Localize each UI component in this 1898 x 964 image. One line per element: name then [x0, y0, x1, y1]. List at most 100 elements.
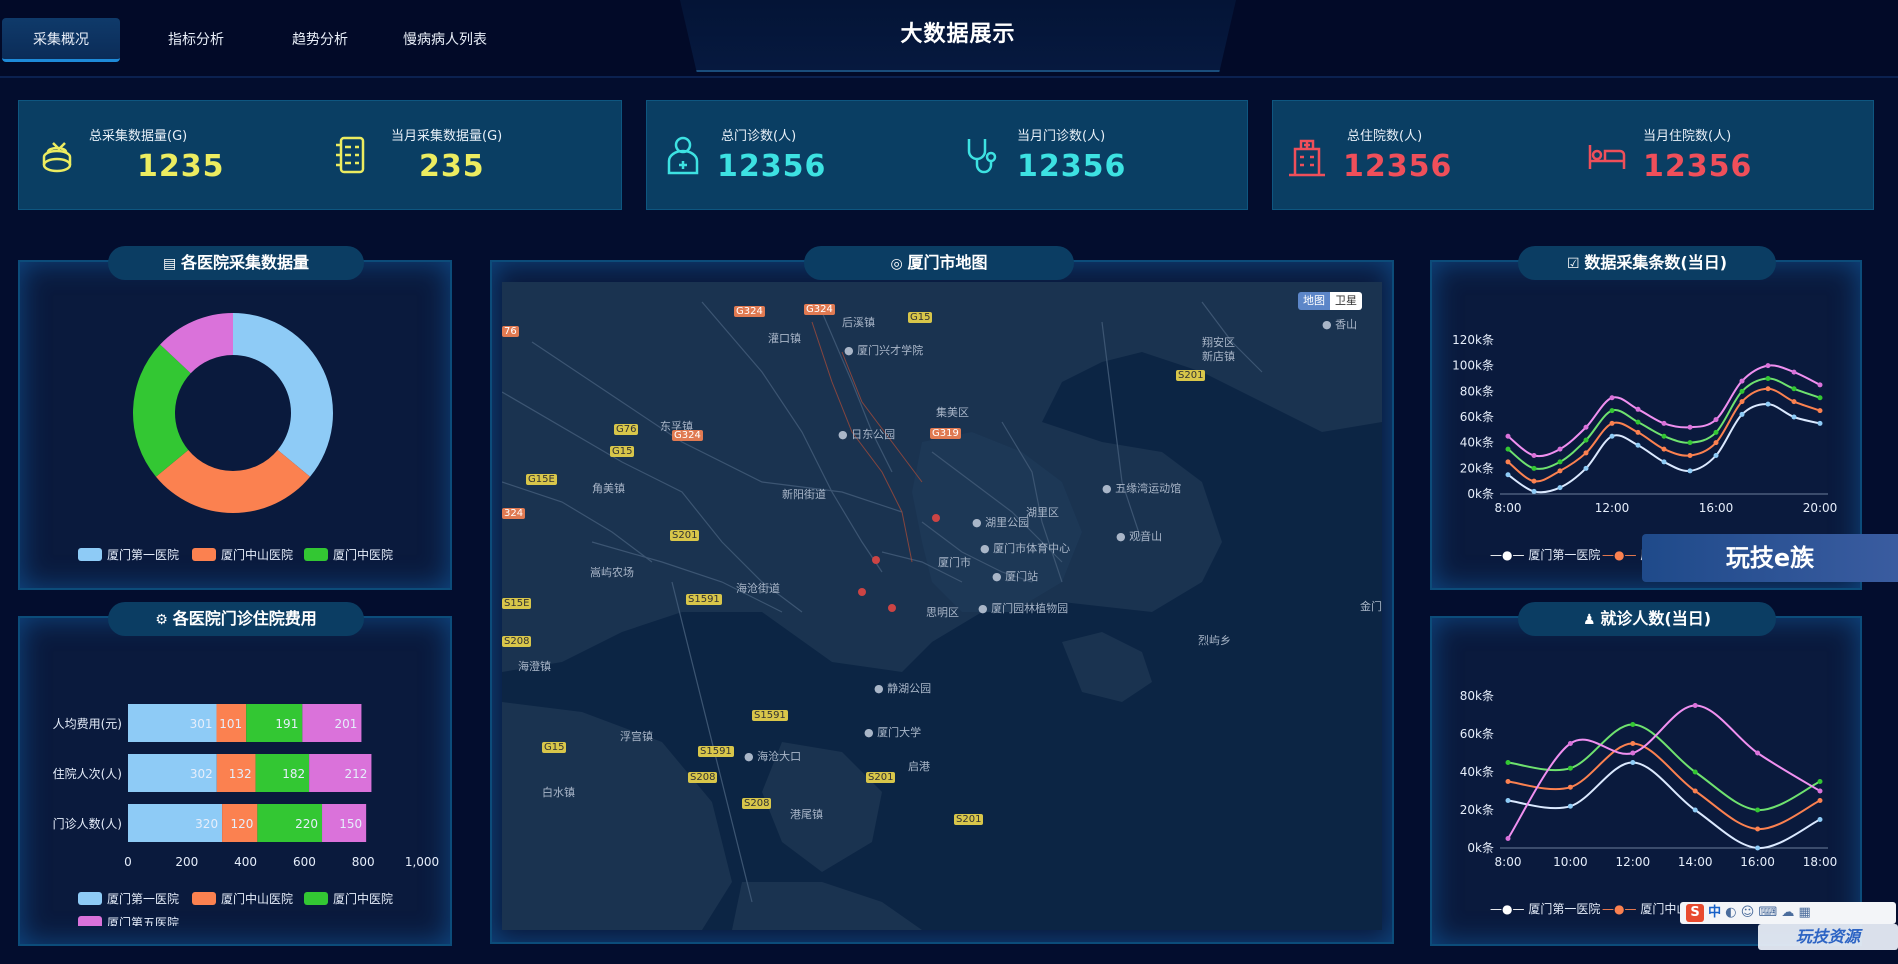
- data-point[interactable]: [1765, 386, 1771, 392]
- data-point[interactable]: [1713, 417, 1719, 423]
- data-point[interactable]: [1567, 803, 1573, 809]
- data-point[interactable]: [1687, 424, 1693, 430]
- map-type-toggle[interactable]: 地图 卫星: [1298, 292, 1362, 310]
- data-point[interactable]: [1661, 420, 1667, 426]
- data-point[interactable]: [1755, 807, 1761, 813]
- data-point[interactable]: [1713, 453, 1719, 458]
- data-point[interactable]: [1635, 429, 1641, 435]
- data-point[interactable]: [1687, 468, 1693, 474]
- ime-toolbar[interactable]: S 中 ◐ ☺ ⌨ ☁ ▦: [1680, 902, 1896, 924]
- data-point[interactable]: [1609, 395, 1615, 401]
- data-point[interactable]: [1817, 382, 1823, 388]
- data-point[interactable]: [1692, 769, 1698, 775]
- data-point[interactable]: [1635, 406, 1641, 412]
- data-point[interactable]: [1557, 468, 1563, 474]
- data-point[interactable]: [1609, 420, 1615, 426]
- data-point[interactable]: [1557, 446, 1563, 452]
- data-point[interactable]: [1755, 750, 1761, 756]
- data-point[interactable]: [1567, 741, 1573, 746]
- series-line[interactable]: [1507, 704, 1821, 840]
- data-point[interactable]: [1791, 414, 1797, 420]
- data-point[interactable]: [1713, 440, 1719, 446]
- data-point[interactable]: [1567, 765, 1573, 771]
- data-point[interactable]: [1505, 472, 1511, 478]
- legend-cost-hospital-2[interactable]: 厦门中山医院: [192, 890, 293, 907]
- data-point[interactable]: [1609, 433, 1615, 439]
- data-point[interactable]: [1765, 401, 1771, 407]
- data-point[interactable]: [1557, 459, 1563, 465]
- data-point[interactable]: [1531, 488, 1537, 494]
- data-point[interactable]: [1531, 453, 1537, 458]
- data-point[interactable]: [1692, 807, 1698, 813]
- data-point[interactable]: [1739, 411, 1745, 417]
- data-point[interactable]: [1557, 485, 1563, 491]
- legend-hospital-3[interactable]: 厦门中医院: [304, 546, 393, 563]
- data-point[interactable]: [1791, 369, 1797, 375]
- map-type-map-button[interactable]: 地图: [1298, 292, 1330, 310]
- data-point[interactable]: [1661, 446, 1667, 452]
- data-point[interactable]: [1505, 760, 1511, 765]
- ime-tools-icon[interactable]: ◐ ☺ ⌨ ☁ ▦: [1725, 905, 1810, 920]
- data-point[interactable]: [1661, 459, 1667, 465]
- data-point[interactable]: [1817, 408, 1823, 414]
- data-point[interactable]: [1791, 386, 1797, 392]
- data-point[interactable]: [1765, 363, 1771, 369]
- tab-trend-analysis[interactable]: 趋势分析: [268, 18, 372, 62]
- data-point[interactable]: [1692, 788, 1698, 794]
- data-point[interactable]: [1692, 703, 1698, 708]
- tab-indicator-analysis[interactable]: 指标分析: [144, 18, 248, 62]
- legend-visits-hospital-2[interactable]: —●— 厦门中山: [1602, 900, 1688, 917]
- data-point[interactable]: [1583, 450, 1589, 456]
- donut-slice[interactable]: [233, 313, 333, 477]
- data-point[interactable]: [1661, 433, 1667, 439]
- series-line[interactable]: [1507, 742, 1821, 831]
- data-point[interactable]: [1505, 459, 1511, 465]
- data-point[interactable]: [1713, 429, 1719, 435]
- legend-hospital-1[interactable]: 厦门第一医院: [78, 546, 179, 563]
- data-point[interactable]: [1609, 408, 1615, 414]
- data-point[interactable]: [1817, 798, 1823, 803]
- data-point[interactable]: [1687, 440, 1693, 446]
- legend-cost-hospital-4[interactable]: 厦门第五医院: [78, 914, 179, 926]
- data-point[interactable]: [1817, 420, 1823, 426]
- data-point[interactable]: [1505, 433, 1511, 439]
- data-point[interactable]: [1817, 395, 1823, 401]
- data-point[interactable]: [1505, 446, 1511, 452]
- xiamen-map[interactable]: 地图 卫星 ● 香山 翔安区 新店镇 ● 厦门兴才学院 灌口镇 后溪镇 集美区 东…: [502, 282, 1382, 930]
- data-point[interactable]: [1817, 788, 1823, 794]
- data-point[interactable]: [1817, 817, 1823, 822]
- map-type-satellite-button[interactable]: 卫星: [1330, 292, 1362, 310]
- tab-collection-overview[interactable]: 采集概况: [2, 18, 120, 62]
- data-point[interactable]: [1505, 779, 1511, 784]
- data-point[interactable]: [1635, 442, 1641, 448]
- data-point[interactable]: [1755, 845, 1761, 851]
- data-point[interactable]: [1505, 836, 1511, 841]
- data-point[interactable]: [1817, 779, 1823, 784]
- data-point[interactable]: [1505, 798, 1511, 803]
- legend-visits-hospital-1[interactable]: —●— 厦门第一医院: [1490, 900, 1600, 917]
- ime-mode-label[interactable]: 中: [1708, 905, 1721, 920]
- data-point[interactable]: [1765, 376, 1771, 381]
- series-line[interactable]: [1507, 761, 1821, 850]
- data-point[interactable]: [1630, 741, 1636, 746]
- data-point[interactable]: [1630, 760, 1636, 765]
- data-point[interactable]: [1630, 722, 1636, 727]
- data-point[interactable]: [1583, 465, 1589, 471]
- data-point[interactable]: [1791, 399, 1797, 405]
- legend-records-hospital-1[interactable]: —●— 厦门第一医院: [1490, 546, 1600, 563]
- data-point[interactable]: [1635, 419, 1641, 425]
- data-point[interactable]: [1531, 465, 1537, 471]
- legend-hospital-2[interactable]: 厦门中山医院: [192, 546, 293, 563]
- legend-cost-hospital-3[interactable]: 厦门中医院: [304, 890, 393, 907]
- data-point[interactable]: [1583, 437, 1589, 443]
- data-point[interactable]: [1687, 453, 1693, 458]
- data-point[interactable]: [1630, 750, 1636, 756]
- data-point[interactable]: [1739, 399, 1745, 405]
- legend-cost-hospital-1[interactable]: 厦门第一医院: [78, 890, 179, 907]
- data-point[interactable]: [1583, 424, 1589, 430]
- donut-slice[interactable]: [155, 449, 311, 513]
- series-line[interactable]: [1507, 723, 1821, 812]
- data-point[interactable]: [1531, 478, 1537, 484]
- data-point[interactable]: [1567, 784, 1573, 790]
- data-point[interactable]: [1739, 378, 1745, 384]
